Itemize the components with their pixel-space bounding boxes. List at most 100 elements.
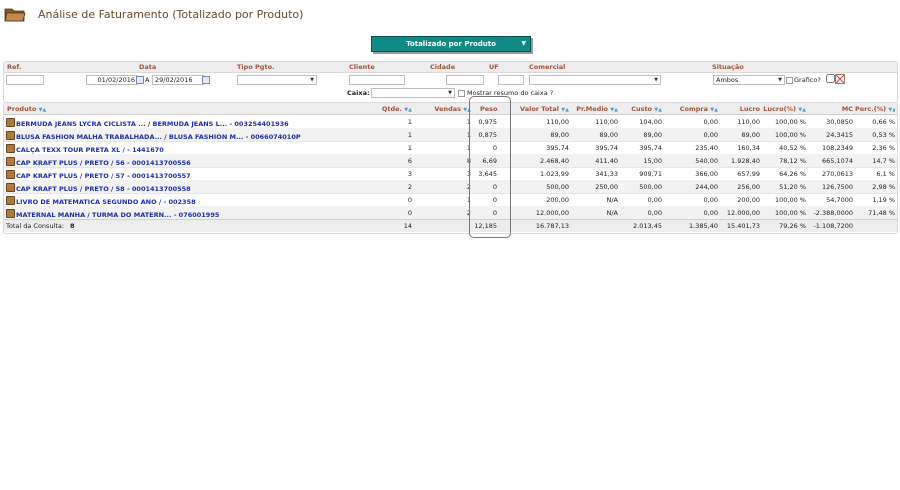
col-header-peso[interactable]: Peso — [480, 105, 510, 113]
cell-pr-medio: 341,33 — [595, 170, 618, 178]
mostrar-resumo-label: Mostrar resumo do caixa ? — [467, 89, 554, 97]
filter-label-situacao: Situação — [712, 63, 744, 71]
cell-custo: 395,74 — [639, 144, 662, 152]
situacao-select[interactable]: Ambos ▼ — [713, 75, 785, 85]
cell-pr-medio: N/A — [606, 209, 619, 217]
comercial-select[interactable]: ▼ — [529, 75, 661, 85]
cell-perc: 0,53 % — [872, 131, 895, 139]
cell-mc: 108,2349 — [821, 144, 853, 152]
cell-mc: 30,0850 — [826, 118, 853, 126]
cell-vendas: 1 — [466, 196, 471, 204]
col-header-qtde[interactable]: Qtde. ▼▲ — [354, 105, 412, 113]
cell-pr-medio: 395,74 — [595, 144, 618, 152]
table-row: CAP KRAFT PLUS / PRETO / 57 - 0001413700… — [4, 167, 897, 181]
product-cell[interactable]: CAP KRAFT PLUS / PRETO / 56 - 0001413700… — [6, 157, 351, 167]
product-cell[interactable]: CAP KRAFT PLUS / PRETO / 58 - 0001413700… — [6, 183, 351, 193]
cell-valor-total: 200,00 — [546, 196, 569, 204]
col-header-custo[interactable]: Custo ▼▲ — [620, 105, 662, 113]
total-valor-total: 16.787,13 — [535, 222, 569, 230]
col-header-perc[interactable]: Perc.(%) ▼▲ — [855, 105, 895, 113]
report-mode-select[interactable]: Totalizado por Produto ▼ — [371, 36, 531, 52]
sort-icon: ▼▲ — [654, 107, 662, 113]
folder-icon — [4, 6, 26, 22]
cell-compra: 366,00 — [695, 170, 718, 178]
cell-custo: 0,00 — [647, 196, 662, 204]
sort-icon: ▼▲ — [798, 107, 806, 113]
cidade-input[interactable] — [446, 75, 484, 85]
date-separator: A — [145, 76, 150, 84]
product-link[interactable]: MATERNAL MANHA / TURMA DO MATERN... - 07… — [16, 211, 219, 219]
cliente-input[interactable] — [349, 75, 405, 85]
cell-lucro: 160,34 — [737, 144, 760, 152]
cell-compra: 540,00 — [695, 157, 718, 165]
cell-perc: 2,36 % — [872, 144, 895, 152]
cell-qtde: 6 — [407, 157, 412, 165]
cell-peso: 0 — [492, 196, 497, 204]
cell-peso: 0,875 — [478, 131, 497, 139]
mostrar-resumo-checkbox[interactable] — [458, 90, 465, 97]
col-header-mc[interactable]: MC — [808, 105, 853, 113]
total-count: 8 — [70, 222, 75, 230]
cell-perc: 71,48 % — [868, 209, 895, 217]
cell-peso: 6,69 — [482, 157, 497, 165]
cell-compra: 0,00 — [703, 209, 718, 217]
cell-vendas: 2 — [466, 183, 471, 191]
product-cell[interactable]: BLUSA FASHION MALHA TRABALHADA... / BLUS… — [6, 131, 351, 141]
product-cell[interactable]: CALÇA TEXX TOUR PRETA XL / - 1441670 — [6, 144, 351, 154]
product-cell[interactable]: LIVRO DE MATEMATICA SEGUNDO ANO / - 0023… — [6, 196, 351, 206]
date-to-input[interactable]: 29/02/2016 — [152, 75, 204, 85]
product-link[interactable]: BERMUDA JEANS LYCRA CICLISTA ... / BERMU… — [16, 120, 289, 128]
col-header-lucro[interactable]: Lucro — [720, 105, 760, 113]
uf-input[interactable] — [498, 75, 524, 85]
col-header-valor-total[interactable]: Valor Total ▼▲ — [509, 105, 569, 113]
cell-custo: 0,00 — [647, 209, 662, 217]
product-cell[interactable]: MATERNAL MANHA / TURMA DO MATERN... - 07… — [6, 209, 351, 219]
product-link[interactable]: CALÇA TEXX TOUR PRETA XL / - 1441670 — [16, 146, 164, 154]
product-cell[interactable]: BERMUDA JEANS LYCRA CICLISTA ... / BERMU… — [6, 118, 351, 128]
product-box-icon — [6, 209, 15, 218]
grafico-checkbox[interactable] — [786, 77, 793, 84]
cell-lucro-pct: 40,52 % — [779, 144, 806, 152]
product-box-icon — [6, 170, 15, 179]
results-table: Produto ▼▲ Qtde. ▼▲ Vendas ▼▲ Peso Valor… — [3, 102, 898, 234]
date-from-input[interactable]: 01/02/2016 — [86, 75, 138, 85]
col-header-lucro-pct[interactable]: Lucro(%) ▼▲ — [762, 105, 806, 113]
cell-mc: -2.388,0000 — [813, 209, 853, 217]
cell-compra: 244,00 — [695, 183, 718, 191]
filter-panel: Ref. Data Tipo Pgto. Cliente Cidade UF C… — [3, 61, 898, 103]
calendar-icon[interactable] — [136, 76, 144, 84]
table-row: BLUSA FASHION MALHA TRABALHADA... / BLUS… — [4, 128, 897, 142]
col-header-compra[interactable]: Compra ▼▲ — [664, 105, 718, 113]
cell-lucro-pct: 64,26 % — [779, 170, 806, 178]
cell-compra: 0,00 — [703, 196, 718, 204]
caixa-select[interactable]: ▼ — [371, 88, 455, 98]
cell-custo: 89,00 — [643, 131, 662, 139]
sort-icon: ▼▲ — [561, 107, 569, 113]
product-link[interactable]: CAP KRAFT PLUS / PRETO / 58 - 0001413700… — [16, 185, 191, 193]
col-header-vendas[interactable]: Vendas ▼▲ — [414, 105, 471, 113]
calendar-icon[interactable] — [202, 76, 210, 84]
product-link[interactable]: LIVRO DE MATEMATICA SEGUNDO ANO / - 0023… — [16, 198, 196, 206]
chevron-down-icon: ▼ — [778, 77, 782, 83]
product-link[interactable]: CAP KRAFT PLUS / PRETO / 56 - 0001413700… — [16, 159, 191, 167]
cell-qtde: 1 — [407, 131, 412, 139]
cell-lucro-pct: 100,00 % — [775, 196, 806, 204]
cell-perc: 14,7 % — [872, 157, 895, 165]
chart-toggle-icon[interactable] — [826, 74, 846, 84]
ref-input[interactable] — [6, 75, 44, 85]
col-header-pr-medio[interactable]: Pr.Medio ▼▲ — [572, 105, 618, 113]
tipo-pgto-select[interactable]: ▼ — [237, 75, 317, 85]
product-link[interactable]: BLUSA FASHION MALHA TRABALHADA... / BLUS… — [16, 133, 301, 141]
total-mc: -1.108,7200 — [813, 222, 853, 230]
cell-lucro: 256,00 — [737, 183, 760, 191]
product-cell[interactable]: CAP KRAFT PLUS / PRETO / 57 - 0001413700… — [6, 170, 351, 180]
total-qtde: 14 — [403, 222, 412, 230]
cell-lucro-pct: 51,20 % — [779, 183, 806, 191]
product-box-icon — [6, 144, 15, 153]
cell-lucro: 89,00 — [741, 131, 760, 139]
product-link[interactable]: CAP KRAFT PLUS / PRETO / 57 - 0001413700… — [16, 172, 191, 180]
cell-custo: 500,00 — [639, 183, 662, 191]
cell-custo: 104,00 — [639, 118, 662, 126]
col-header-produto[interactable]: Produto ▼▲ — [7, 105, 107, 113]
cell-lucro: 200,00 — [737, 196, 760, 204]
